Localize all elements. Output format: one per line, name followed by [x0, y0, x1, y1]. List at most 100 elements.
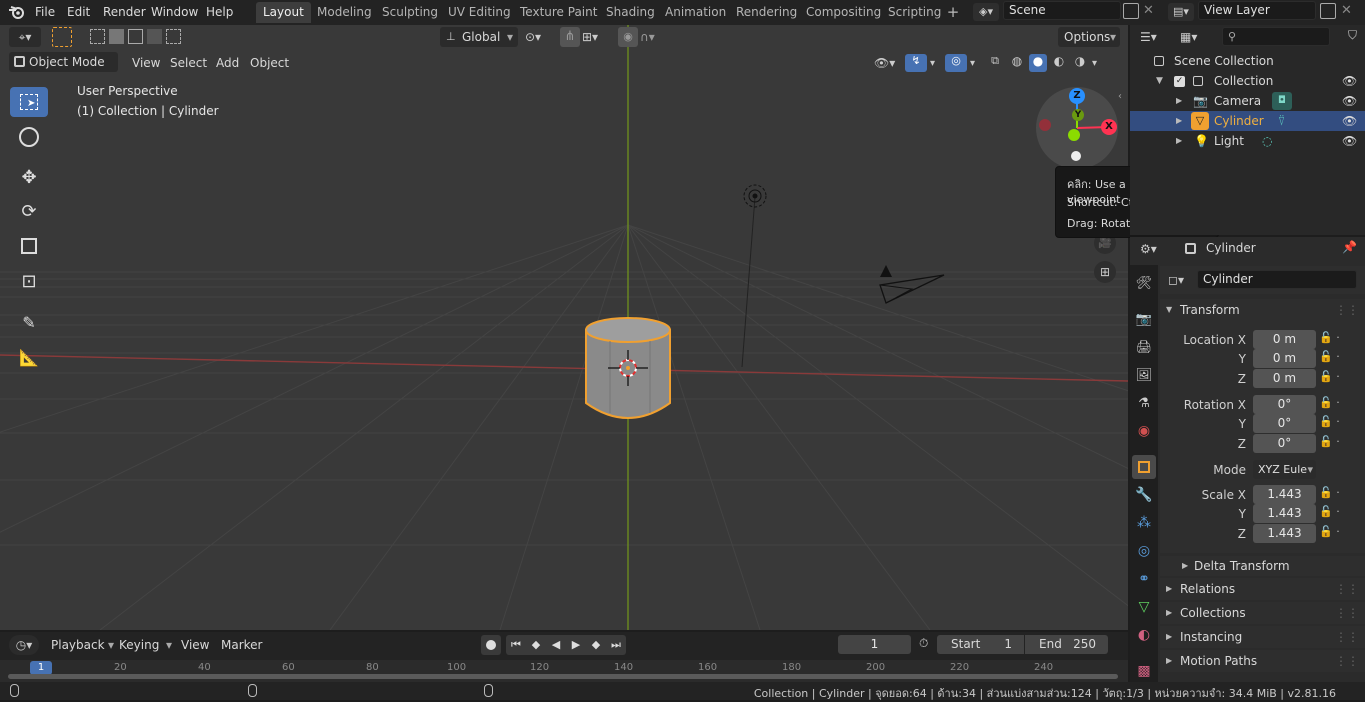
drag-handle-icon[interactable]: ⋮⋮ — [1335, 626, 1359, 648]
tool-transform[interactable]: ⊡ — [10, 266, 48, 296]
select-subtract-icon[interactable] — [128, 29, 143, 44]
gizmo-z-axis[interactable]: Z — [1069, 88, 1085, 104]
tab-material-icon[interactable]: ◐ — [1132, 623, 1156, 647]
tab-render-icon[interactable]: 📷 — [1132, 307, 1156, 331]
drag-handle-icon[interactable]: ⋮⋮ — [1335, 578, 1359, 600]
object-type-dropdown[interactable]: ◻▾ — [1168, 271, 1196, 289]
view-layer-selector-icon[interactable]: ▤▾ — [1168, 3, 1194, 21]
lock-scale-z-icon[interactable]: 🔓 · — [1319, 525, 1340, 538]
transform-panel-header[interactable]: ▼ Transform ⋮⋮ — [1160, 299, 1365, 321]
tab-modeling[interactable]: Modeling — [310, 2, 379, 23]
timeline-editor-type-dropdown[interactable]: ◷▾ — [9, 635, 39, 655]
tab-physics-icon[interactable]: ◎ — [1132, 539, 1156, 563]
proportional-falloff-dropdown[interactable]: ∩▾ — [640, 27, 670, 47]
stopwatch-icon[interactable]: ⏱ — [919, 636, 928, 651]
drag-handle-icon[interactable]: ⋮⋮ — [1335, 299, 1359, 321]
select-extend-icon[interactable] — [109, 29, 124, 44]
toggle-perspective-icon[interactable]: ⊞ — [1094, 261, 1116, 283]
frame-end-field[interactable]: End 250 — [1025, 635, 1108, 654]
lock-scale-y-icon[interactable]: 🔓 · — [1319, 505, 1340, 518]
menu-file[interactable]: File — [30, 3, 60, 21]
menu-render[interactable]: Render — [98, 3, 151, 21]
location-x-field[interactable]: 0 m — [1253, 330, 1316, 349]
tab-particles-icon[interactable]: ⁂ — [1132, 511, 1156, 535]
outliner-row-light[interactable]: ▶ 💡 Light ◌ 👁 — [1130, 131, 1365, 151]
shading-dropdown-icon[interactable]: ▾ — [1092, 58, 1104, 69]
blender-logo-icon[interactable] — [8, 4, 26, 20]
tool-rotate[interactable]: ⟳ — [10, 196, 48, 226]
current-frame-field[interactable]: 1 — [838, 635, 911, 654]
instancing-panel-header[interactable]: ▶ Instancing ⋮⋮ — [1160, 626, 1365, 648]
sidebar-toggle-icon[interactable]: ‹ — [1118, 91, 1128, 103]
tool-scale[interactable] — [10, 231, 48, 261]
header-mode-dropdown[interactable]: Object Mode — [9, 52, 118, 72]
filter-icon[interactable]: ⛉ — [1348, 28, 1362, 44]
tab-scene-icon[interactable]: ⚗ — [1132, 391, 1156, 415]
tab-texture-paint[interactable]: Texture Paint — [513, 2, 604, 23]
xray-toggle-icon[interactable]: ⧉ — [985, 54, 1005, 72]
tab-compositing[interactable]: Compositing — [799, 2, 888, 23]
lock-location-x-icon[interactable]: 🔓 · — [1319, 331, 1340, 344]
collections-panel-header[interactable]: ▶ Collections ⋮⋮ — [1160, 602, 1365, 624]
outliner-row-collection[interactable]: ▼ ✓ Collection 👁 — [1130, 71, 1365, 91]
location-y-field[interactable]: 0 m — [1253, 349, 1316, 368]
tool-annotate[interactable]: ✎ — [10, 307, 48, 337]
solid-shading-icon[interactable]: ● — [1029, 54, 1047, 72]
viewport-menu-add[interactable]: Add — [211, 53, 244, 73]
scene-selector-icon[interactable]: ◈▾ — [973, 3, 999, 21]
frame-start-field[interactable]: Start 1 — [937, 635, 1024, 654]
visibility-eye-icon[interactable]: 👁 — [1342, 71, 1357, 91]
outliner-filter-dropdown[interactable]: ▦▾ — [1180, 27, 1208, 47]
delete-view-layer-icon[interactable]: ✕ — [1341, 2, 1355, 20]
tab-scripting[interactable]: Scripting — [881, 2, 948, 23]
pin-icon[interactable]: 📌 — [1342, 240, 1357, 254]
menu-window[interactable]: Window — [146, 3, 203, 21]
object-name-field[interactable]: Cylinder — [1197, 270, 1357, 289]
pivot-dropdown[interactable]: ⊙▾ — [525, 27, 555, 47]
visibility-eye-icon[interactable]: 👁 — [1342, 131, 1357, 151]
jump-start-icon[interactable]: ⏮ — [506, 635, 526, 655]
light-object-icon[interactable] — [740, 181, 770, 211]
record-button[interactable] — [481, 635, 501, 655]
outliner-row-camera[interactable]: ▶ 📷 Camera ◘ 👁 — [1130, 91, 1365, 111]
camera-data-icon[interactable]: ◘ — [1272, 92, 1292, 110]
tab-texture-icon[interactable]: ▩ — [1132, 659, 1156, 683]
add-workspace-icon[interactable]: + — [945, 4, 961, 20]
select-invert-icon[interactable] — [147, 29, 162, 44]
camera-object-icon[interactable] — [872, 263, 952, 313]
motion-paths-panel-header[interactable]: ▶ Motion Paths ⋮⋮ — [1160, 650, 1365, 672]
outliner-search-input[interactable]: ⚲ — [1222, 27, 1330, 46]
visibility-filter-icon[interactable]: 👁▾ — [874, 56, 902, 70]
light-data-icon[interactable]: ◌ — [1262, 131, 1272, 151]
select-new-icon[interactable] — [90, 29, 105, 44]
tab-object-data-icon[interactable]: ▽ — [1132, 595, 1156, 619]
snap-toggle-icon[interactable]: ⋔ — [560, 27, 580, 47]
tab-layout[interactable]: Layout — [256, 2, 311, 23]
menu-help[interactable]: Help — [201, 3, 238, 21]
scene-field[interactable]: Scene — [1003, 1, 1121, 20]
rotation-y-field[interactable]: 0° — [1253, 414, 1316, 433]
lock-location-y-icon[interactable]: 🔓 · — [1319, 350, 1340, 363]
snap-target-dropdown[interactable]: ⊞▾ — [582, 27, 612, 47]
visibility-eye-icon[interactable]: 👁 — [1342, 91, 1357, 111]
visibility-eye-icon[interactable]: 👁 — [1342, 111, 1357, 131]
tool-cursor[interactable] — [10, 122, 48, 152]
viewport-menu-view[interactable]: View — [127, 53, 165, 73]
lock-rotation-y-icon[interactable]: 🔓 · — [1319, 415, 1340, 428]
tab-sculpting[interactable]: Sculpting — [375, 2, 445, 23]
expand-arrow-icon[interactable]: ▶ — [1176, 91, 1182, 111]
wireframe-shading-icon[interactable]: ◍ — [1008, 54, 1026, 72]
select-intersect-icon[interactable] — [166, 29, 181, 44]
lock-rotation-z-icon[interactable]: 🔓 · — [1319, 435, 1340, 448]
next-keyframe-icon[interactable]: ◆ — [586, 635, 606, 655]
collection-checkbox[interactable]: ✓ — [1174, 76, 1185, 87]
outliner-display-mode-dropdown[interactable]: ☰▾ — [1140, 27, 1168, 47]
location-z-field[interactable]: 0 m — [1253, 369, 1316, 388]
keying-menu[interactable]: Keying ▾ — [116, 635, 174, 655]
menu-edit[interactable]: Edit — [62, 3, 95, 21]
navigation-gizmo[interactable]: Z Y X — [1036, 87, 1118, 169]
prev-keyframe-icon[interactable]: ◆ — [526, 635, 546, 655]
tab-shading[interactable]: Shading — [599, 2, 662, 23]
tab-tool-icon[interactable]: 🛠 — [1132, 271, 1156, 295]
jump-end-icon[interactable]: ⏭ — [606, 635, 626, 655]
